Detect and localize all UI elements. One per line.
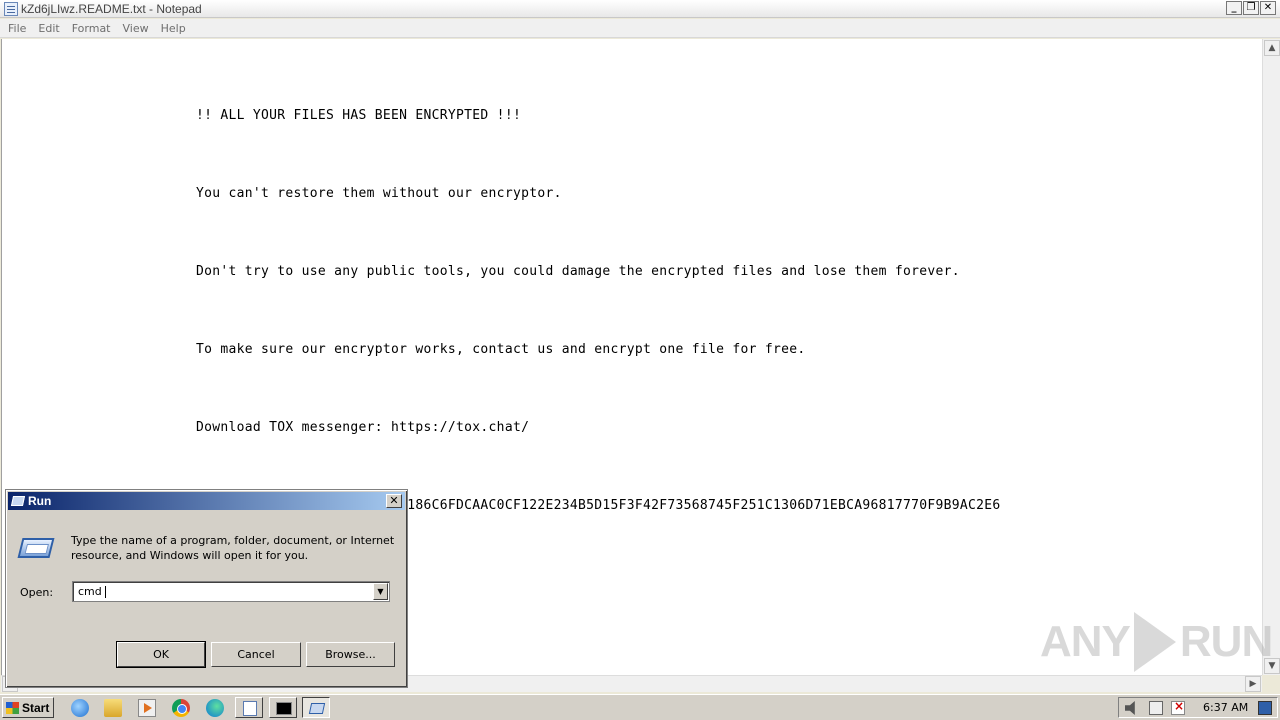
text-line: Download TOX messenger: https://tox.chat…: [196, 420, 530, 435]
edge-icon[interactable]: [206, 699, 224, 717]
open-input-value: cmd: [78, 585, 106, 598]
vertical-scrollbar[interactable]: ▲ ▼: [1262, 39, 1280, 675]
folder-icon[interactable]: [104, 699, 122, 717]
watermark-right-text: RUN: [1179, 617, 1273, 666]
cancel-button[interactable]: Cancel: [211, 642, 301, 667]
browse-button[interactable]: Browse...: [306, 642, 395, 667]
windows-logo-icon: [6, 701, 19, 714]
text-caret: [104, 586, 106, 598]
menu-format[interactable]: Format: [66, 22, 117, 35]
text-line: To make sure our encryptor works, contac…: [196, 342, 806, 357]
run-close-button[interactable]: ✕: [386, 494, 402, 508]
anyrun-watermark: ANY RUN: [1040, 612, 1273, 672]
taskbar-run-icon[interactable]: [302, 697, 330, 718]
notepad-icon: [4, 1, 18, 16]
text-line: You can't restore them without our encry…: [196, 186, 562, 201]
title-bar[interactable]: kZd6jLIwz.README.txt - Notepad _ ❐ ✕: [0, 0, 1280, 18]
minimize-button[interactable]: _: [1226, 1, 1242, 15]
chrome-icon[interactable]: [172, 699, 190, 717]
clock[interactable]: 6:37 AM: [1203, 701, 1248, 714]
menu-view[interactable]: View: [117, 22, 155, 35]
scrollbar-corner: [1262, 675, 1280, 692]
watermark-left-text: ANY: [1040, 617, 1131, 666]
run-title-bar[interactable]: Run ✕: [8, 492, 405, 510]
media-player-icon[interactable]: [138, 699, 156, 717]
network-icon[interactable]: [1149, 701, 1163, 715]
dropdown-arrow-icon[interactable]: ▼: [373, 583, 388, 600]
open-label: Open:: [20, 586, 54, 599]
scroll-up-icon[interactable]: ▲: [1264, 40, 1280, 56]
taskbar: Start 6:37 AM: [0, 694, 1280, 720]
menu-bar: File Edit Format View Help: [0, 19, 1280, 38]
menu-edit[interactable]: Edit: [32, 22, 65, 35]
scroll-right-icon[interactable]: ▶: [1245, 676, 1261, 692]
ok-button[interactable]: OK: [116, 641, 206, 668]
restore-button[interactable]: ❐: [1243, 1, 1259, 15]
start-button[interactable]: Start: [2, 697, 54, 718]
text-line: Don't try to use any public tools, you c…: [196, 264, 960, 279]
close-button[interactable]: ✕: [1260, 1, 1276, 15]
show-desktop-icon[interactable]: [1258, 701, 1272, 715]
window-title: kZd6jLIwz.README.txt - Notepad: [21, 1, 202, 16]
taskbar-cmd-icon[interactable]: [269, 697, 297, 718]
run-description: Type the name of a program, folder, docu…: [71, 534, 395, 562]
speaker-icon[interactable]: [1125, 701, 1135, 715]
window-controls: _ ❐ ✕: [1226, 1, 1276, 15]
text-line: !! ALL YOUR FILES HAS BEEN ENCRYPTED !!!: [196, 108, 522, 123]
menu-help[interactable]: Help: [155, 22, 192, 35]
run-icon: [10, 496, 26, 506]
system-tray: 6:37 AM: [1118, 697, 1278, 718]
taskbar-notepad-icon[interactable]: [235, 697, 263, 718]
open-input[interactable]: cmd ▼: [72, 581, 390, 602]
action-center-icon[interactable]: [1171, 699, 1185, 715]
play-icon: [1133, 612, 1176, 672]
run-dialog: Run ✕ Type the name of a program, folder…: [5, 489, 408, 688]
run-title: Run: [28, 494, 52, 508]
start-label: Start: [22, 700, 50, 715]
menu-file[interactable]: File: [2, 22, 32, 35]
run-program-icon: [17, 538, 55, 558]
ie-icon[interactable]: [71, 699, 89, 717]
